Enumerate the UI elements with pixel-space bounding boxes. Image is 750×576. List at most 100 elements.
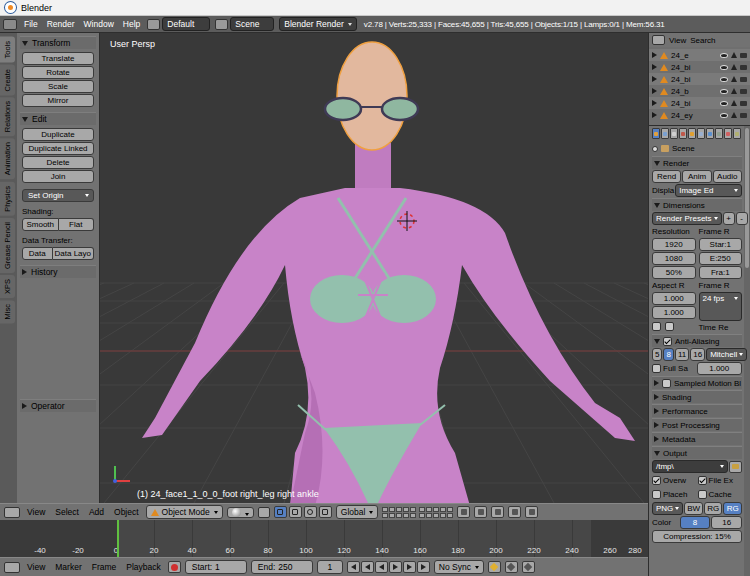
layer-button[interactable]: [403, 513, 409, 518]
panel-header[interactable]: Post Processing: [652, 418, 742, 431]
resolution-x-field[interactable]: 1920: [652, 238, 696, 251]
toolshelf-tab[interactable]: XPS: [0, 275, 15, 298]
sample-button[interactable]: 11: [675, 348, 689, 361]
expand-triangle-icon[interactable]: [652, 112, 657, 118]
outliner-item[interactable]: 24_e: [649, 49, 750, 61]
tool-button[interactable]: Scale: [22, 80, 94, 93]
checkbox[interactable]: [652, 364, 661, 373]
timeline-editor-icon[interactable]: [4, 562, 20, 573]
record-button[interactable]: [168, 561, 181, 573]
tool-button[interactable]: Duplicate Linked: [22, 142, 94, 155]
modifiers-tab-icon[interactable]: [706, 128, 714, 139]
world-tab-icon[interactable]: [679, 128, 687, 139]
sample-button[interactable]: 16: [690, 348, 705, 361]
tool-button[interactable]: Data: [22, 247, 53, 260]
tool-button[interactable]: Flat: [59, 218, 95, 231]
output-option[interactable]: Overw: [652, 476, 697, 485]
outliner-item[interactable]: 24_bi: [649, 73, 750, 85]
panel-header[interactable]: Edit: [20, 112, 96, 125]
screen-layout-selector[interactable]: Default: [147, 17, 210, 31]
item-name[interactable]: 24_bi: [671, 75, 717, 84]
render-tab-icon[interactable]: [652, 128, 660, 139]
color-mode-button[interactable]: RG: [723, 502, 742, 515]
toolshelf-tab[interactable]: Create: [0, 65, 15, 96]
disclosure-triangle-icon[interactable]: [22, 403, 27, 409]
output-option[interactable]: Placeh: [652, 490, 697, 499]
disclosure-triangle-icon[interactable]: [654, 161, 660, 166]
3d-view-editor-icon[interactable]: [4, 507, 20, 518]
rotate-icon[interactable]: [304, 506, 317, 518]
layer-button[interactable]: [389, 513, 395, 518]
checkbox[interactable]: [698, 490, 707, 499]
layer-button[interactable]: [382, 507, 388, 512]
orientation-dropdown[interactable]: Global: [336, 505, 379, 519]
resolution-percent-slider[interactable]: 50%: [652, 266, 696, 279]
menu-item[interactable]: Select: [52, 507, 82, 517]
render-engine-dropdown[interactable]: Blender Render: [279, 17, 357, 31]
constraints-tab-icon[interactable]: [697, 128, 705, 139]
delete-key-icon[interactable]: [522, 561, 535, 573]
sample-button[interactable]: 8: [663, 348, 673, 361]
scene-icon[interactable]: [215, 19, 228, 30]
checkbox[interactable]: [662, 379, 671, 388]
texture-tab-icon[interactable]: [733, 128, 741, 139]
timeline[interactable]: -40-200204060801001201401601802002202402…: [0, 520, 648, 557]
expand-triangle-icon[interactable]: [652, 64, 657, 70]
pivot-icon[interactable]: [258, 507, 270, 518]
toolshelf-tab[interactable]: Tools: [0, 37, 15, 63]
render-preview-icon[interactable]: [508, 506, 521, 518]
tool-button[interactable]: Data Layo: [53, 247, 94, 260]
aspect-y-field[interactable]: 1.000: [652, 306, 696, 319]
tool-button[interactable]: Join: [22, 170, 94, 183]
layer-button[interactable]: [419, 507, 425, 512]
output-option[interactable]: Cache: [698, 490, 743, 499]
render-camera-icon[interactable]: [740, 65, 747, 70]
full-sample-option[interactable]: Full Sa: [652, 364, 696, 373]
lock-icon[interactable]: [457, 506, 470, 518]
checkbox[interactable]: [698, 476, 707, 485]
outliner-item[interactable]: 24_bi: [649, 61, 750, 73]
mode-dropdown[interactable]: Object Mode: [146, 505, 223, 519]
checkbox[interactable]: [652, 322, 661, 331]
color-mode-button[interactable]: BW: [684, 502, 703, 515]
item-name[interactable]: 24_ey: [671, 111, 717, 120]
layer-button[interactable]: [447, 507, 453, 512]
aspect-x-field[interactable]: 1.000: [652, 292, 696, 305]
scene-tab-icon[interactable]: [670, 128, 678, 139]
layer-button[interactable]: [410, 513, 416, 518]
panel-header[interactable]: Dimensions: [652, 198, 742, 211]
layer-button[interactable]: [389, 507, 395, 512]
panel-header[interactable]: History: [20, 265, 96, 278]
menu-item[interactable]: Add: [86, 507, 107, 517]
remove-preset-button[interactable]: -: [736, 212, 748, 225]
render-presets-dropdown[interactable]: Render Presets: [652, 212, 722, 225]
render-layers-tab-icon[interactable]: [661, 128, 669, 139]
disclosure-triangle-icon[interactable]: [654, 339, 660, 344]
sync-dropdown[interactable]: No Sync: [434, 560, 484, 574]
layer-button[interactable]: [396, 513, 402, 518]
disclosure-triangle-icon[interactable]: [654, 422, 659, 428]
layer-button[interactable]: [419, 513, 425, 518]
disclosure-triangle-icon[interactable]: [22, 269, 27, 275]
menu-item[interactable]: File: [22, 19, 40, 29]
layer-button[interactable]: [426, 507, 432, 512]
render-button[interactable]: Audio: [713, 170, 742, 183]
menu-item[interactable]: Help: [121, 19, 142, 29]
filter-dropdown[interactable]: Mitchell: [706, 348, 747, 361]
add-preset-button[interactable]: +: [723, 212, 735, 225]
outliner-item[interactable]: 24_bi: [649, 97, 750, 109]
checkbox[interactable]: [663, 337, 672, 346]
item-name[interactable]: 24_bi: [671, 63, 717, 72]
frame-step-field[interactable]: Fra:1: [699, 266, 743, 279]
jump-key-forward-icon[interactable]: [403, 561, 416, 573]
scale-icon[interactable]: [319, 506, 332, 518]
jump-end-icon[interactable]: [417, 561, 430, 573]
eye-icon[interactable]: [720, 89, 728, 94]
info-editor-icon[interactable]: [3, 19, 17, 30]
panel-header[interactable]: Metadata: [652, 432, 742, 445]
tool-button[interactable]: Duplicate: [22, 128, 94, 141]
layer-button[interactable]: [396, 507, 402, 512]
panel-header[interactable]: Shading: [652, 390, 742, 403]
panel-header[interactable]: Anti-Aliasing: [652, 334, 742, 347]
disclosure-triangle-icon[interactable]: [654, 408, 659, 414]
